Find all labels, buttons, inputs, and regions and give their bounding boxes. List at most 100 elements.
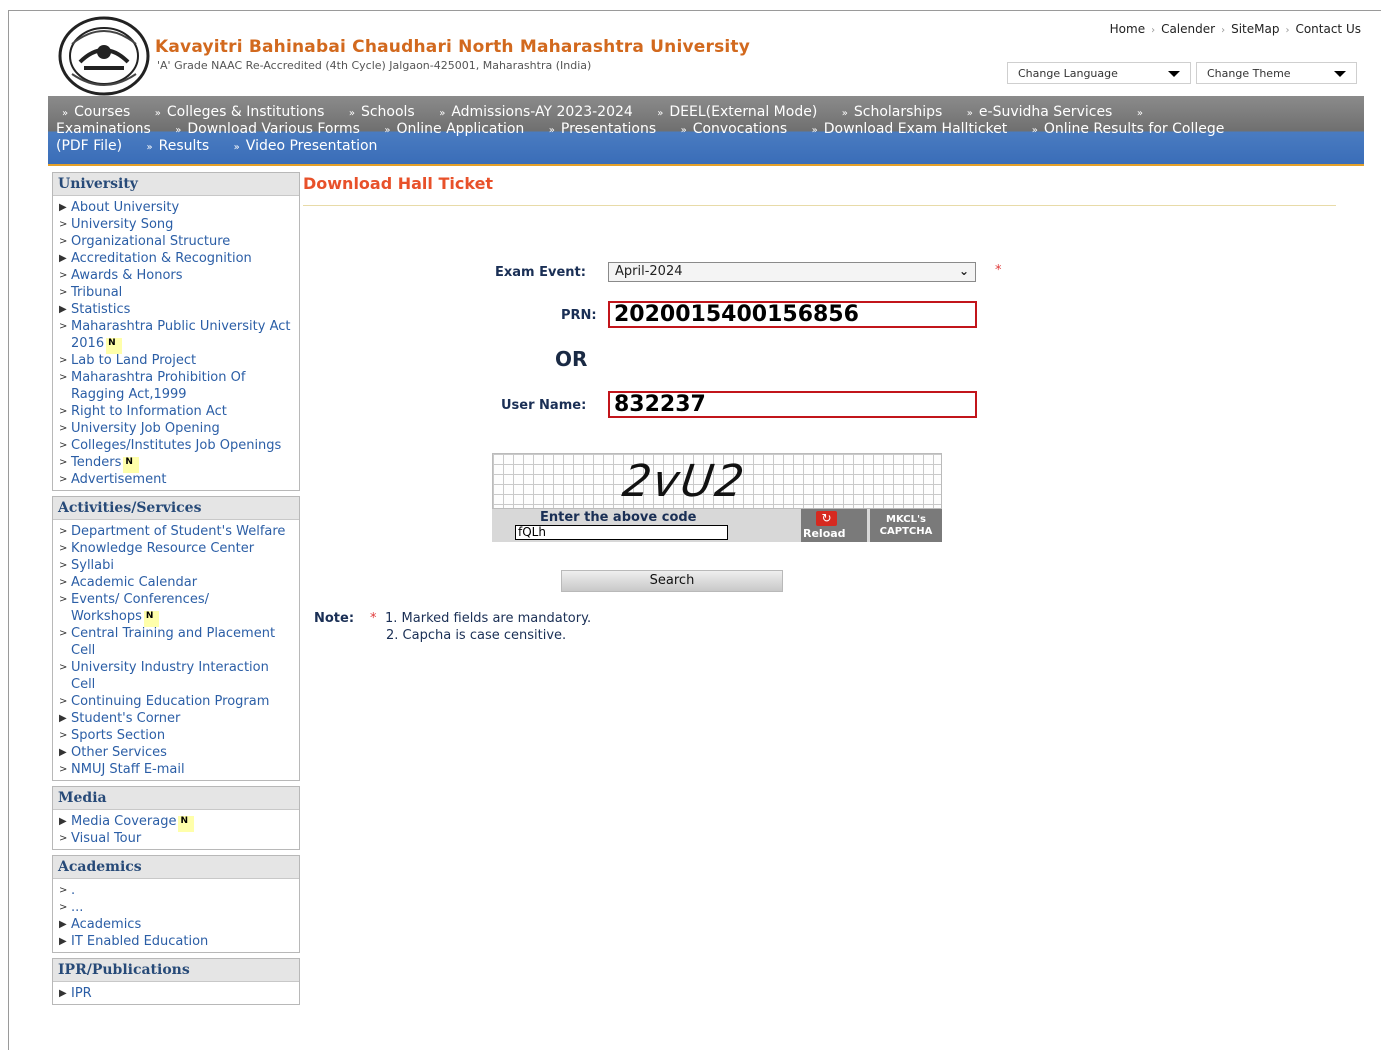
menu-item-more[interactable]: » <box>1137 104 1149 120</box>
menu-item-scholarships[interactable]: » Scholarships <box>842 104 943 120</box>
captcha-code: 2vU2 <box>619 456 749 507</box>
sidebar-item-label: NMUJ Staff E-mail <box>71 762 185 777</box>
captcha-reload-button[interactable]: ↻ Reload <box>801 509 867 542</box>
chevron-right-icon: > <box>59 423 68 434</box>
sidebar-item-visual-tour[interactable]: > Visual Tour <box>57 830 295 847</box>
exam-event-select[interactable]: April-2024 ⌄ <box>608 262 976 282</box>
prn-input[interactable]: 2020015400156856 <box>608 301 977 328</box>
chevron-right-icon: > <box>59 406 68 417</box>
chevron-right-icon: > <box>59 594 68 605</box>
sidebar-item-academics[interactable]: ▶ Academics <box>57 916 295 933</box>
sidebar-item-other-services[interactable]: ▶ Other Services <box>57 744 295 761</box>
sidebar-item-syllabi[interactable]: > Syllabi <box>57 557 295 574</box>
exam-event-label: Exam Event: <box>495 265 586 280</box>
sidebar-item-department-of-student-s-welfare[interactable]: > Department of Student's Welfare <box>57 523 295 540</box>
sidebar-list: >. >... ▶ Academics ▶ IT Enabled Education <box>53 879 299 952</box>
sidebar-item-label: Awards & Honors <box>71 268 183 283</box>
menu-item-convocations[interactable]: » Convocations <box>681 121 788 137</box>
menu-item-deel[interactable]: » DEEL(External Mode) <box>657 104 817 120</box>
change-theme-select[interactable]: Change Theme <box>1196 62 1357 84</box>
chevron-right-icon: > <box>59 440 68 451</box>
menu-item-courses[interactable]: » Courses <box>62 104 130 120</box>
sidebar-item-ipr[interactable]: ▶ IPR <box>57 985 295 1002</box>
menu-row-2: Examinations » Download Various Forms » On… <box>56 121 1244 137</box>
note-line-1: 1. Marked fields are mandatory. <box>385 611 592 626</box>
change-language-select[interactable]: Change Language <box>1007 62 1191 84</box>
sidebar-item-central-training-and-placement-cell[interactable]: > Central Training and Placement Cell <box>57 625 295 659</box>
sidebar-section-title: Academics <box>53 856 299 879</box>
chevron-right-icon: > <box>59 885 68 896</box>
sidebar-item-it-enabled-education[interactable]: ▶ IT Enabled Education <box>57 933 295 950</box>
sidebar-item-awards-honors[interactable]: > Awards & Honors <box>57 267 295 284</box>
reload-icon: ↻ <box>816 511 837 526</box>
sidebar-item-maharashtra-public-university-act-2016[interactable]: > Maharashtra Public University Act 2016 N <box>57 318 295 354</box>
username-input[interactable]: 832237 <box>608 391 977 418</box>
sidebar-item-lab-to-land-project[interactable]: > Lab to Land Project <box>57 352 295 369</box>
menu-item-presentations[interactable]: » Presentations <box>549 121 656 137</box>
chevron-right-icon: > <box>59 526 68 537</box>
captcha-input[interactable]: fQLh <box>515 525 728 540</box>
sidebar-item-university-job-opening[interactable]: > University Job Opening <box>57 420 295 437</box>
menu-item-pdf-file[interactable]: (PDF File) <box>56 138 122 154</box>
sidebar-item-about-university[interactable]: ▶ About University <box>57 199 295 216</box>
sidebar-item-label: Academics <box>71 917 142 932</box>
captcha-prompt: Enter the above code <box>540 510 697 525</box>
captcha-image: 2vU2 <box>492 453 942 509</box>
home-link[interactable]: Home <box>1110 22 1145 36</box>
change-language-label: Change Language <box>1018 67 1118 80</box>
sidebar-item-item[interactable]: >. <box>57 882 295 899</box>
calender-link[interactable]: Calender <box>1161 22 1215 36</box>
menu-item-colleges[interactable]: » Colleges & Institutions <box>155 104 325 120</box>
chevron-right-icon: > <box>59 577 68 588</box>
menu-item-online-application[interactable]: » Online Application <box>384 121 524 137</box>
sidebar-item-advertisement[interactable]: > Advertisement <box>57 471 295 488</box>
university-subtitle: 'A' Grade NAAC Re-Accredited (4th Cycle)… <box>157 59 592 72</box>
menu-item-e-suvidha[interactable]: » e-Suvidha Services <box>967 104 1113 120</box>
top-links: Home › Calender › SiteMap › Contact Us <box>1109 22 1361 36</box>
sidebar-section-title: Media <box>53 787 299 810</box>
university-logo[interactable] <box>58 16 150 96</box>
sidebar-item-nmuj-staff-e-mail[interactable]: > NMUJ Staff E-mail <box>57 761 295 778</box>
sidebar-item-university-industry-interaction-cell[interactable]: > University Industry Interaction Cell <box>57 659 295 693</box>
sidebar-item-right-to-information-act[interactable]: > Right to Information Act <box>57 403 295 420</box>
search-button[interactable]: Search <box>561 570 783 592</box>
captcha-brand: MKCL's CAPTCHA <box>870 509 942 542</box>
sidebar-item-student-s-corner[interactable]: ▶ Student's Corner <box>57 710 295 727</box>
triangle-right-icon: ▶ <box>59 202 67 213</box>
sidebar-item-sports-section[interactable]: > Sports Section <box>57 727 295 744</box>
sidebar-item-maharashtra-prohibition-of-ragging-act-1999[interactable]: > Maharashtra Prohibition Of Ragging Act,… <box>57 369 295 403</box>
menu-item-download-hallticket[interactable]: » Download Exam Hallticket <box>812 121 1008 137</box>
sidebar-item-label: Academic Calendar <box>71 575 198 590</box>
sidebar-section-ipr-publications: IPR/Publications ▶ IPR <box>52 958 300 1005</box>
sidebar-item-label: University Song <box>71 217 174 232</box>
sidebar-item-statistics[interactable]: ▶ Statistics <box>57 301 295 318</box>
menu-item-schools[interactable]: » Schools <box>349 104 415 120</box>
menu-item-admissions[interactable]: » Admissions-AY 2023-2024 <box>439 104 633 120</box>
menu-item-online-results[interactable]: » Online Results for College <box>1032 121 1225 137</box>
sidebar-item-organizational-structure[interactable]: > Organizational Structure <box>57 233 295 250</box>
sidebar-item-accreditation-recognition[interactable]: ▶ Accreditation & Recognition <box>57 250 295 267</box>
sidebar-section-title: Activities/Services <box>53 497 299 520</box>
menu-item-examinations[interactable]: Examinations <box>56 121 151 137</box>
menu-item-results[interactable]: » Results <box>147 138 210 154</box>
sidebar-item-events-conferences-workshops[interactable]: > Events/ Conferences/ Workshops N <box>57 591 295 627</box>
sidebar-item-continuing-education-program[interactable]: > Continuing Education Program <box>57 693 295 710</box>
sidebar-item-tenders[interactable]: > Tenders N <box>57 454 295 473</box>
page-border-left <box>8 10 9 1050</box>
sidebar-item-media-coverage[interactable]: ▶ Media Coverage N <box>57 813 295 832</box>
sidebar-item-university-song[interactable]: > University Song <box>57 216 295 233</box>
sidebar-item-tribunal[interactable]: > Tribunal <box>57 284 295 301</box>
username-label: User Name: <box>501 398 587 413</box>
triangle-right-icon: ▶ <box>59 936 67 947</box>
sidebar-item-academic-calendar[interactable]: > Academic Calendar <box>57 574 295 591</box>
sitemap-link[interactable]: SiteMap <box>1231 22 1279 36</box>
menu-item-video-presentation[interactable]: » Video Presentation <box>234 138 378 154</box>
chevron-right-icon: > <box>59 321 68 332</box>
contact-us-link[interactable]: Contact Us <box>1295 22 1361 36</box>
sidebar-item-knowledge-resource-center[interactable]: > Knowledge Resource Center <box>57 540 295 557</box>
sidebar-item-colleges-institutes-job-openings[interactable]: > Colleges/Institutes Job Openings <box>57 437 295 454</box>
menu-item-download-forms[interactable]: » Download Various Forms <box>175 121 360 137</box>
sidebar-item-item[interactable]: >... <box>57 899 295 916</box>
sidebar-item-label: Lab to Land Project <box>71 353 197 368</box>
sidebar-section-university: University ▶ About University > University S… <box>52 172 300 491</box>
